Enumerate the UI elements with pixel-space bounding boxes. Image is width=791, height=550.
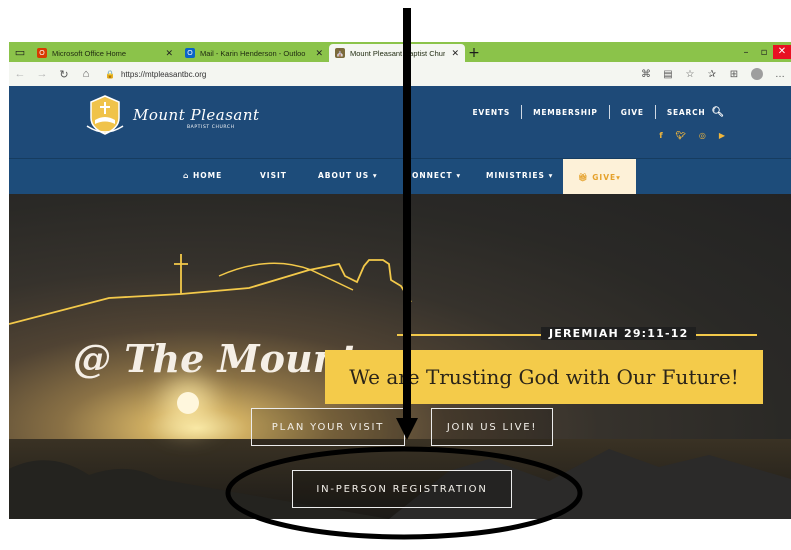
lock-icon[interactable]: 🔒: [105, 70, 115, 79]
gift-icon: 🎁︎: [578, 172, 593, 182]
church-favicon-icon: ⛪: [335, 48, 345, 58]
divider: [654, 105, 656, 119]
restore-icon[interactable]: ▫: [755, 47, 773, 58]
tab-label: Microsoft Office Home: [52, 48, 127, 58]
address-bar: ← → ↻ ⌂ 🔒 https://mtpleasantbc.org ⌘ ▤ ☆…: [9, 62, 791, 86]
immersive-reader-icon[interactable]: ▤: [657, 69, 679, 80]
caret-down-icon: ▾: [548, 171, 554, 180]
divider: [521, 105, 523, 119]
join-us-live-button[interactable]: JOIN US LIVE!: [431, 408, 553, 446]
top-link-events[interactable]: EVENTS: [472, 108, 510, 117]
nav-item-give[interactable]: 🎁︎ GIVE ▾: [563, 159, 636, 195]
close-icon[interactable]: ✕: [165, 48, 173, 59]
nav-label: MINISTRIES: [486, 171, 545, 180]
nav-item-about[interactable]: ABOUT US ▾: [318, 171, 378, 180]
tab-actions-icon[interactable]: ▭: [9, 42, 31, 62]
nav-item-visit[interactable]: VISIT: [260, 171, 287, 180]
office-icon: O: [37, 48, 47, 58]
logo-name[interactable]: Mount Pleasant: [133, 106, 260, 124]
main-navigation: ⌂ HOME VISIT ABOUT US ▾ ONNECT ▾ MINISTR…: [9, 158, 791, 195]
nav-item-connect[interactable]: ONNECT ▾: [412, 171, 461, 180]
tab-mail[interactable]: O Mail - Karin Henderson - Outloo ✕: [179, 44, 329, 62]
minimize-icon[interactable]: –: [737, 47, 755, 58]
caret-down-icon: ▾: [456, 171, 462, 180]
nav-label: GIVE: [592, 172, 617, 182]
in-person-registration-button[interactable]: IN-PERSON REGISTRATION: [292, 470, 512, 508]
instagram-icon[interactable]: ◎: [699, 131, 706, 140]
add-favorite-icon[interactable]: ☆: [679, 69, 701, 80]
window-controls: – ▫ ✕: [737, 42, 791, 62]
nav-item-home[interactable]: ⌂ HOME: [183, 171, 222, 180]
youtube-icon[interactable]: ▶: [719, 131, 725, 140]
scripture-reference: JEREMIAH 29:11-12: [541, 327, 697, 340]
window-close-icon[interactable]: ✕: [773, 45, 791, 59]
caret-down-icon: ▾: [616, 172, 621, 182]
search-icon[interactable]: 🔍︎: [712, 107, 726, 118]
url-field[interactable]: 🔒 https://mtpleasantbc.org: [105, 70, 206, 79]
nav-label: HOME: [193, 171, 223, 180]
profile-avatar[interactable]: [751, 68, 763, 80]
nav-label: ONNECT: [412, 171, 453, 180]
collections-icon[interactable]: ⊞: [723, 69, 745, 80]
tab-office[interactable]: O Microsoft Office Home ✕: [31, 44, 179, 62]
logo-subtitle: BAPTIST CHURCH: [187, 125, 235, 130]
top-link-search[interactable]: SEARCH: [667, 108, 706, 117]
close-icon[interactable]: ✕: [451, 48, 459, 59]
facebook-icon[interactable]: f: [659, 131, 662, 140]
home-icon[interactable]: ⌂: [75, 68, 97, 80]
plan-your-visit-button[interactable]: PLAN YOUR VISIT: [251, 408, 405, 446]
outlook-icon: O: [185, 48, 195, 58]
church-logo-icon[interactable]: [83, 94, 127, 136]
top-link-give[interactable]: GIVE: [621, 108, 644, 117]
url-text: https://mtpleasantbc.org: [120, 69, 207, 79]
caret-down-icon: ▾: [372, 171, 378, 180]
tab-mount-pleasant[interactable]: ⛪ Mount Pleasant Baptist Church ✕: [329, 44, 465, 62]
site-header: Mount Pleasant BAPTIST CHURCH EVENTS MEM…: [9, 86, 791, 158]
home-icon: ⌂: [183, 171, 190, 180]
address-bar-actions: ⌘ ▤ ☆ ✰ ⊞ …: [635, 68, 791, 80]
hero-section: JEREMIAH 29:11-12 @ The Mount We are Tru…: [9, 194, 791, 519]
read-aloud-icon[interactable]: ⌘: [635, 69, 657, 80]
favorites-icon[interactable]: ✰: [701, 69, 723, 80]
twitter-icon[interactable]: 🐦︎: [676, 131, 686, 140]
tab-label: Mail - Karin Henderson - Outloo: [200, 48, 306, 58]
new-tab-icon[interactable]: +: [465, 44, 483, 62]
top-navigation: EVENTS MEMBERSHIP GIVE SEARCH 🔍︎: [472, 105, 725, 119]
more-icon[interactable]: …: [769, 69, 791, 80]
hero-banner: We are Trusting God with Our Future!: [325, 350, 763, 404]
nav-item-ministries[interactable]: MINISTRIES ▾: [486, 171, 553, 180]
back-icon[interactable]: ←: [9, 68, 31, 80]
nav-label: ABOUT US: [318, 171, 370, 180]
divider: [608, 105, 610, 119]
browser-tab-bar: ▭ O Microsoft Office Home ✕ O Mail - Kar…: [9, 42, 791, 62]
hero-title: @ The Mount: [73, 336, 358, 381]
refresh-icon[interactable]: ↻: [53, 68, 75, 81]
social-links: f 🐦︎ ◎ ▶: [659, 131, 725, 140]
close-icon[interactable]: ✕: [315, 48, 323, 59]
top-link-membership[interactable]: MEMBERSHIP: [533, 108, 598, 117]
screenshot: ▭ O Microsoft Office Home ✕ O Mail - Kar…: [0, 0, 791, 550]
forward-icon[interactable]: →: [31, 68, 53, 80]
tab-label: Mount Pleasant Baptist Church: [350, 48, 446, 58]
